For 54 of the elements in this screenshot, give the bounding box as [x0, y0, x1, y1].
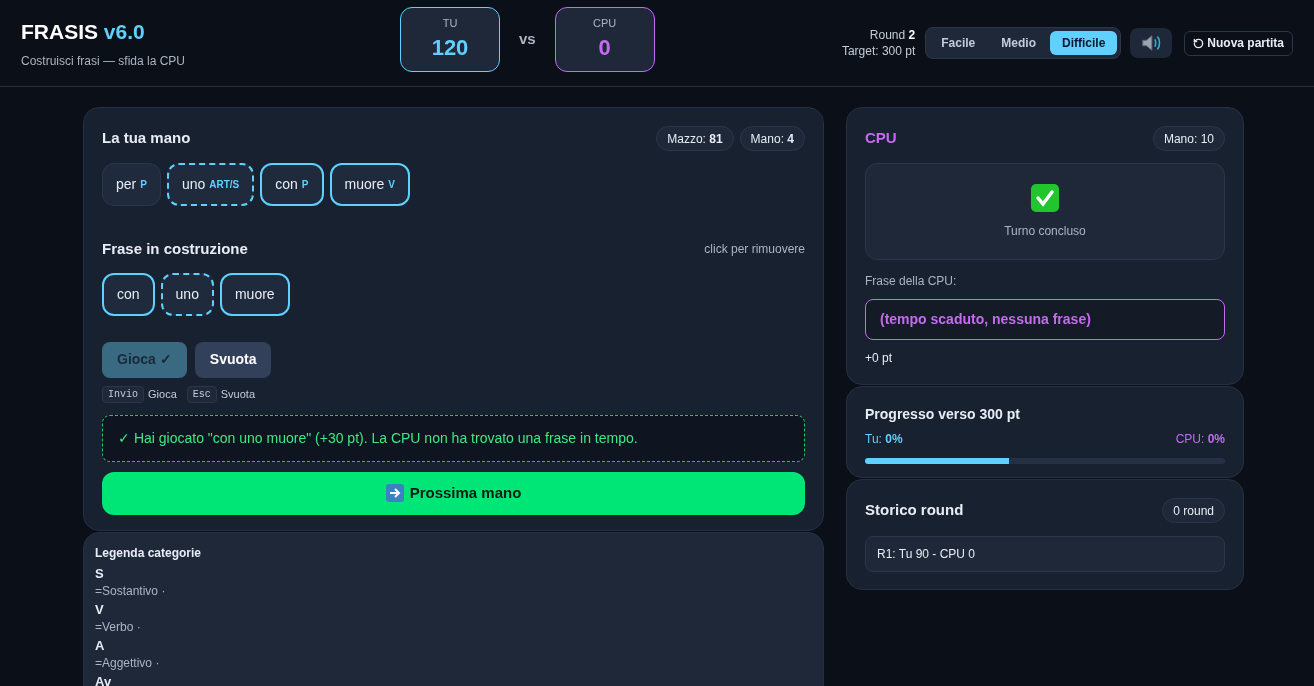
- legend-code: A: [95, 636, 105, 654]
- app-title: FRASIS v6.0: [21, 18, 146, 45]
- legend-label: =Sostantivo ·: [95, 582, 166, 600]
- word-card[interactable]: uno ART/S: [166, 163, 255, 206]
- legend-code: S: [95, 564, 104, 582]
- round-label: Round 2: [869, 27, 916, 43]
- status-text: Turno concluso: [1004, 222, 1086, 240]
- word-card[interactable]: per P: [102, 163, 161, 206]
- next-hand-button[interactable]: Prossima mano: [102, 471, 805, 515]
- result-message: ✓ Hai giocato "con uno muore" (+30 pt). La CPU non ha trovato una frase in tempo.: [102, 414, 805, 462]
- section-title: La tua mano: [102, 128, 191, 149]
- key-hint: Esc: [186, 385, 217, 403]
- count-badge: Mano: 4: [739, 126, 805, 151]
- section-title: Frase in costruzione: [102, 239, 248, 259]
- history-row: R1: Tu 90 - CPU 0: [865, 536, 1225, 572]
- legend-code: Av: [95, 672, 112, 686]
- hint-text: click per rimuovere: [704, 241, 805, 259]
- speaker-icon: [1140, 32, 1163, 54]
- word-card[interactable]: con P: [260, 163, 324, 206]
- key-hint: Invio: [102, 385, 144, 403]
- app-subtitle: Costruisci frasi — sfida la CPU: [21, 53, 187, 71]
- legend-code: V: [95, 600, 104, 618]
- phrase-label: Frase della CPU:: [865, 273, 958, 290]
- cpu-share-text: CPU: 0%: [1175, 431, 1225, 448]
- cpu-phrase: (tempo scaduto, nessuna frase): [865, 299, 1225, 340]
- cpu-title: CPU: [865, 128, 897, 149]
- versus-label: vs: [519, 29, 536, 50]
- legend-title: Legenda categorie: [95, 544, 203, 562]
- difficulty-tab[interactable]: Difficile: [1049, 31, 1118, 55]
- word-card[interactable]: muore: [219, 272, 290, 316]
- check-icon: [1031, 183, 1059, 212]
- points-text: +0 pt: [865, 350, 894, 367]
- word-card[interactable]: muore V: [329, 163, 410, 206]
- legend-label: =Aggettivo ·: [95, 654, 160, 672]
- word-card[interactable]: uno: [160, 272, 214, 316]
- target-label: Target: 300 pt: [841, 43, 916, 59]
- shortcut-label: Gioca: [148, 386, 177, 402]
- difficulty-tab[interactable]: Medio: [989, 31, 1048, 55]
- progress-title: Progresso verso 300 pt: [865, 405, 1021, 424]
- count-badge: Mano: 10: [1152, 126, 1225, 151]
- difficulty-tab[interactable]: Facile: [929, 31, 988, 55]
- score-card: TU 120: [400, 7, 500, 72]
- word-card[interactable]: con: [102, 272, 155, 316]
- clear-button[interactable]: Svuota: [194, 341, 272, 378]
- shortcut-label: Svuota: [220, 386, 256, 402]
- new-game-button[interactable]: Nuova partita: [1184, 30, 1293, 56]
- legend-label: =Verbo ·: [95, 618, 141, 636]
- score-card: CPU 0: [554, 7, 655, 72]
- count-badge: Mazzo: 81: [656, 126, 734, 151]
- history-title: Storico round: [865, 500, 964, 521]
- sound-button[interactable]: [1130, 28, 1173, 58]
- restart-icon: [1193, 37, 1205, 49]
- count-badge: 0 round: [1162, 498, 1225, 523]
- player-share-text: Tu: 0%: [865, 431, 903, 448]
